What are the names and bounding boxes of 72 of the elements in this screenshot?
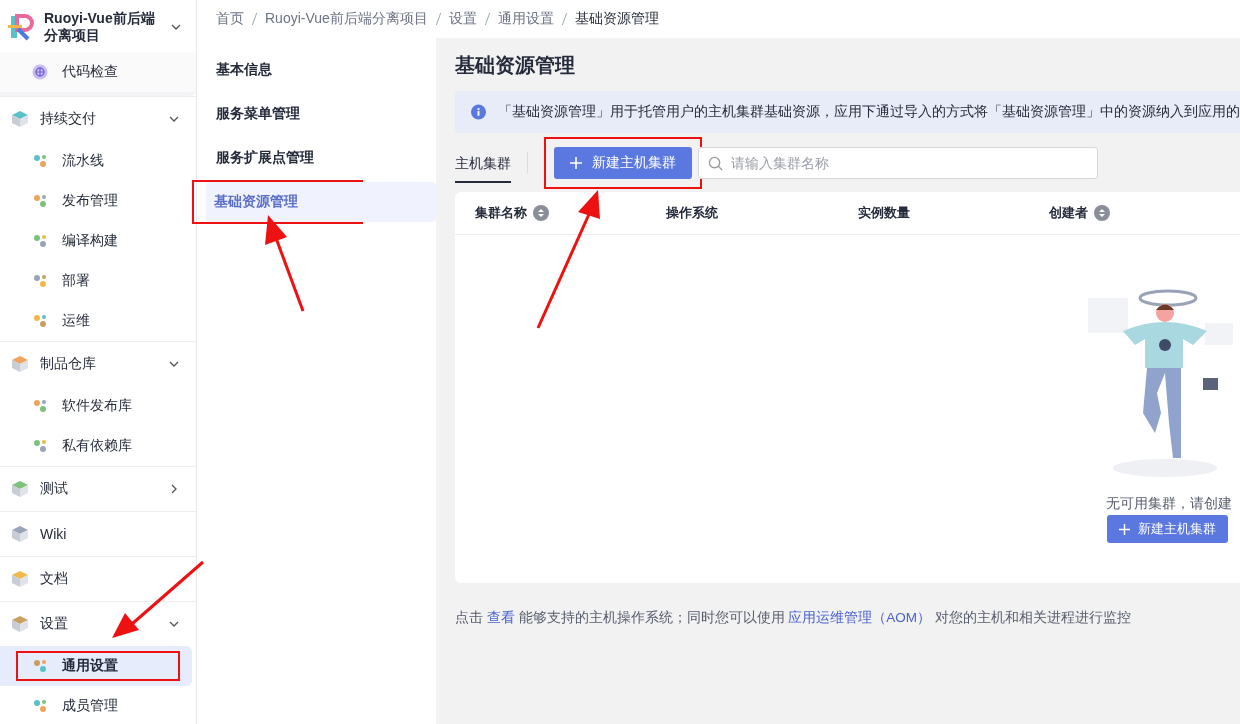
submenu-item[interactable]: 服务菜单管理 — [208, 94, 423, 134]
create-button[interactable]: 新建主机集群 — [1107, 515, 1228, 543]
submenu-item[interactable]: 基础资源管理 — [206, 182, 436, 222]
breadcrumb-item[interactable]: 首页 — [216, 10, 244, 28]
sort-icon[interactable] — [1093, 205, 1110, 221]
column-header: 实例数量 — [857, 204, 910, 222]
dots-icon — [32, 233, 48, 249]
nav-group[interactable]: 设置 — [0, 602, 196, 646]
tab[interactable]: 主机集群 — [455, 147, 511, 183]
dots-icon — [32, 398, 48, 414]
nav-item[interactable]: 运维 — [0, 301, 192, 341]
dots-icon — [32, 273, 48, 289]
link[interactable]: 应用运维管理（AOM） — [788, 610, 932, 625]
nav-label: 成员管理 — [62, 697, 118, 715]
nav-item[interactable]: 代码检查 — [0, 52, 196, 96]
nav-label: 软件发布库 — [62, 397, 132, 415]
breadcrumb-item[interactable]: 设置 — [448, 10, 477, 28]
nav-item[interactable]: 成员管理 — [0, 686, 192, 724]
cube-icon — [10, 109, 30, 129]
nav-group[interactable]: Wiki — [0, 512, 196, 556]
dots-icon — [32, 313, 48, 329]
cube-icon — [10, 354, 30, 374]
nav-group[interactable]: 持续交付 — [0, 97, 196, 141]
cube-icon — [10, 569, 30, 589]
empty-message: 无可用集群，请创建 — [1106, 495, 1232, 513]
nav-label: 部署 — [62, 272, 90, 290]
nav-label: 私有依赖库 — [62, 437, 132, 455]
info-icon — [471, 104, 486, 120]
column-header: 操作系统 — [666, 204, 719, 222]
info-text: 「基础资源管理」用于托管用户的主机集群基础资源，应用下通过导入的方式将「基础资源管理」中的资源纳入到应用的 — [498, 103, 1240, 121]
submenu-item[interactable]: 服务扩展点管理 — [208, 138, 423, 178]
nav-item[interactable]: 通用设置 — [0, 646, 192, 686]
nav-item[interactable]: 流水线 — [0, 141, 192, 181]
logo-icon — [8, 13, 36, 41]
cube-icon — [10, 524, 30, 544]
link[interactable]: 查看 — [486, 610, 515, 625]
project-name: Ruoyi-Vue前后端分离项目 — [44, 10, 156, 44]
plus-icon — [1119, 523, 1130, 535]
plus-icon — [570, 157, 582, 169]
dots-icon — [32, 193, 48, 209]
nav-item[interactable]: 部署 — [0, 261, 192, 301]
nav-item[interactable]: 发布管理 — [0, 181, 192, 221]
breadcrumb-item[interactable]: 通用设置 — [497, 10, 554, 28]
dots-icon — [32, 153, 48, 169]
nav-label: 编译构建 — [62, 232, 118, 250]
nav-group[interactable]: 测试 — [0, 467, 196, 511]
nav-item[interactable]: 私有依赖库 — [0, 426, 192, 466]
search-field[interactable]: 请输入集群名称 — [698, 147, 1098, 179]
cube-icon — [10, 614, 30, 634]
submenu-item[interactable]: 基本信息 — [208, 50, 423, 90]
column-header: 集群名称 — [475, 204, 527, 222]
breadcrumb-item[interactable]: Ruoyi-Vue前后端分离项目 — [265, 10, 428, 28]
nav-group[interactable]: 文档 — [0, 557, 196, 601]
nav-label: 流水线 — [62, 152, 104, 170]
help-text: 点击 查看 能够支持的主机操作系统；同时您可以使用 应用运维管理（AOM） 对您的主机和相关进程进行监控 — [455, 609, 1132, 627]
page-title: 基础资源管理 — [455, 53, 576, 78]
sort-icon[interactable] — [533, 205, 549, 221]
nav-group[interactable]: 制品仓库 — [0, 342, 196, 386]
breadcrumb-item: 基础资源管理 — [574, 10, 659, 28]
dots-icon — [32, 698, 48, 714]
cube-icon — [10, 479, 30, 499]
nav-label: 代码检查 — [62, 63, 118, 81]
nav-label: 运维 — [62, 312, 90, 330]
nav-label: 通用设置 — [62, 657, 118, 675]
nav-item[interactable]: 编译构建 — [0, 221, 192, 261]
column-header: 创建者 — [1048, 204, 1088, 222]
nav-item[interactable]: 软件发布库 — [0, 386, 192, 426]
nav-label: 发布管理 — [62, 192, 118, 210]
dots-icon — [32, 658, 48, 674]
create-button[interactable]: 新建主机集群 — [554, 147, 692, 179]
dots-icon — [32, 438, 48, 454]
target-icon — [32, 64, 48, 80]
